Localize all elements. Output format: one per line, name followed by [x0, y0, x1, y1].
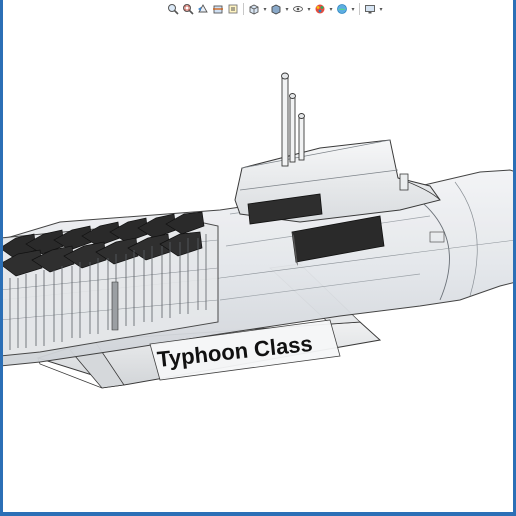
submarine-model-view[interactable]: Typhoon Class — [0, 0, 516, 516]
periscope-masts — [281, 72, 305, 167]
window-frame-left — [0, 0, 3, 516]
graphics-area[interactable]: ▾ ▾ ▾ ▾ ▾ ▾ Typhoon Class — [0, 0, 516, 516]
window-frame-bottom — [0, 512, 516, 516]
